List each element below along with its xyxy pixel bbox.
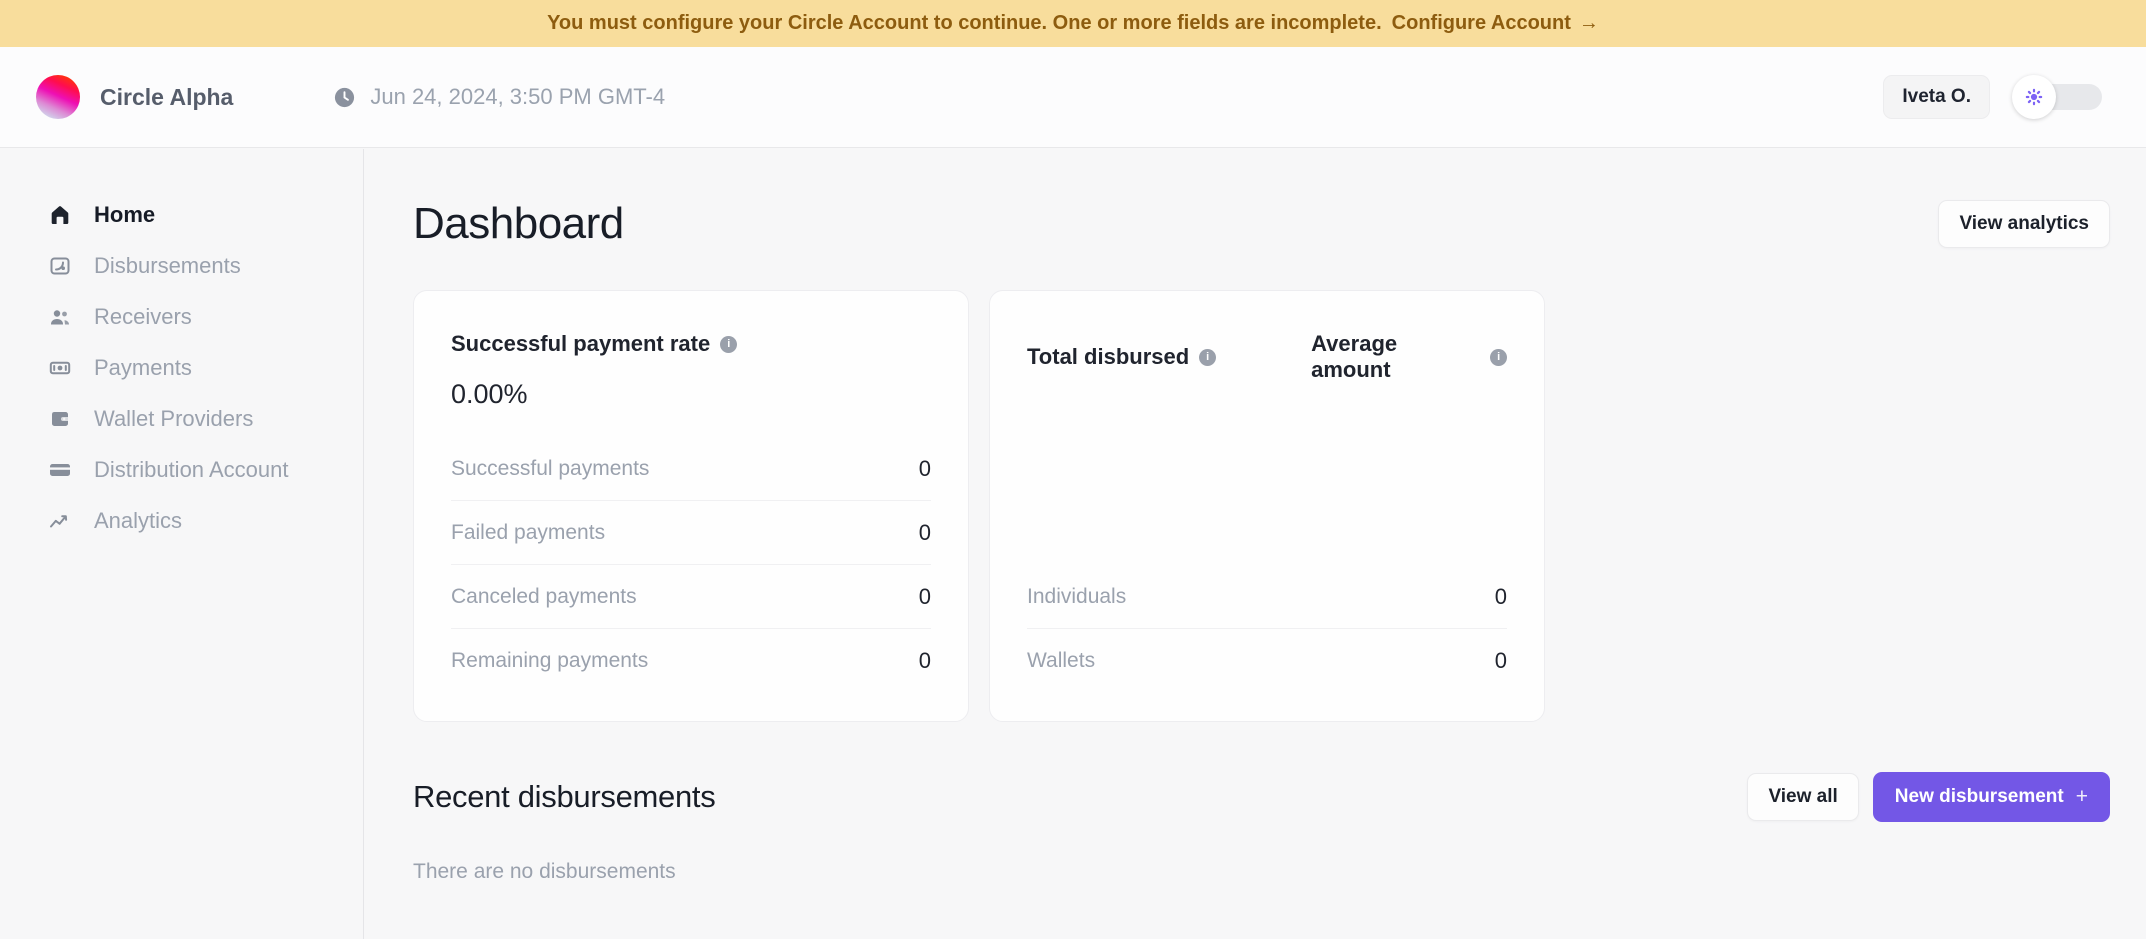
sidebar-item-wallet-providers[interactable]: Wallet Providers (0, 393, 363, 444)
stat-row-remaining-payments: Remaining payments 0 (451, 629, 931, 693)
stat-value: 0 (919, 648, 931, 674)
header-right: Iveta O. (1883, 75, 2110, 119)
config-warning-banner: You must configure your Circle Account t… (0, 0, 2146, 47)
sidebar-item-label: Distribution Account (94, 457, 288, 483)
stat-value: 0 (919, 520, 931, 546)
current-datetime: Jun 24, 2024, 3:50 PM GMT-4 (333, 84, 665, 110)
new-disbursement-button[interactable]: New disbursement + (1873, 772, 2110, 822)
payments-icon (48, 356, 72, 380)
stat-row-individuals: Individuals 0 (1027, 565, 1507, 629)
disbursed-card: Total disbursed i Average amount i Indiv… (989, 290, 1545, 722)
sidebar-item-payments[interactable]: Payments (0, 342, 363, 393)
stat-label: Canceled payments (451, 585, 637, 609)
sidebar-item-label: Receivers (94, 304, 192, 330)
plus-icon: + (2076, 785, 2088, 809)
sidebar-item-disbursements[interactable]: Disbursements (0, 240, 363, 291)
page-title: Dashboard (413, 199, 624, 249)
top-header: Circle Alpha Jun 24, 2024, 3:50 PM GMT-4… (0, 47, 2146, 148)
disbursements-icon (48, 254, 72, 278)
datetime-text: Jun 24, 2024, 3:50 PM GMT-4 (370, 84, 665, 110)
sun-icon (2012, 75, 2056, 119)
new-disbursement-label: New disbursement (1895, 786, 2064, 808)
average-amount-title: Average amount (1311, 331, 1480, 383)
arrow-right-icon: → (1579, 12, 1599, 35)
sidebar-item-label: Payments (94, 355, 192, 381)
view-analytics-button[interactable]: View analytics (1938, 200, 2110, 248)
analytics-icon (48, 509, 72, 533)
theme-toggle[interactable] (2012, 75, 2110, 119)
sidebar-item-analytics[interactable]: Analytics (0, 495, 363, 546)
sidebar-item-label: Wallet Providers (94, 406, 253, 432)
circle-logo-icon (36, 75, 80, 119)
sidebar-item-label: Analytics (94, 508, 182, 534)
stat-label: Failed payments (451, 521, 605, 545)
info-icon[interactable]: i (1490, 349, 1507, 366)
banner-message: You must configure your Circle Account t… (547, 12, 1382, 35)
sidebar-item-distribution-account[interactable]: Distribution Account (0, 444, 363, 495)
total-disbursed-title: Total disbursed (1027, 344, 1189, 370)
stat-label: Successful payments (451, 457, 649, 481)
card-icon (48, 458, 72, 482)
brand[interactable]: Circle Alpha (36, 75, 233, 119)
sidebar-nav: Home Disbursements Receivers Payments Wa… (0, 149, 364, 939)
configure-account-link[interactable]: Configure Account → (1392, 12, 1599, 35)
stat-row-wallets: Wallets 0 (1027, 629, 1507, 693)
user-menu-button[interactable]: Iveta O. (1883, 75, 1990, 119)
stat-label: Wallets (1027, 649, 1095, 673)
empty-disbursements-message: There are no disbursements (413, 860, 2110, 884)
configure-account-label: Configure Account (1392, 12, 1571, 35)
stat-value: 0 (919, 584, 931, 610)
sidebar-item-home[interactable]: Home (0, 189, 363, 240)
recent-disbursements-title: Recent disbursements (413, 779, 715, 815)
receivers-icon (48, 305, 72, 329)
home-icon (48, 203, 72, 227)
stat-value: 0 (1495, 584, 1507, 610)
sidebar-item-label: Home (94, 202, 155, 228)
clock-icon (333, 86, 356, 109)
app-root: You must configure your Circle Account t… (0, 0, 2146, 939)
sidebar-item-receivers[interactable]: Receivers (0, 291, 363, 342)
stat-row-failed-payments: Failed payments 0 (451, 501, 931, 565)
stat-label: Individuals (1027, 585, 1126, 609)
view-all-button[interactable]: View all (1747, 773, 1858, 821)
info-icon[interactable]: i (1199, 349, 1216, 366)
stat-row-canceled-payments: Canceled payments 0 (451, 565, 931, 629)
stat-value: 0 (1495, 648, 1507, 674)
sidebar-item-label: Disbursements (94, 253, 241, 279)
payment-rate-card: Successful payment rate i 0.00% Successf… (413, 290, 969, 722)
stat-row-successful-payments: Successful payments 0 (451, 437, 931, 501)
stat-label: Remaining payments (451, 649, 648, 673)
main-content: Dashboard View analytics Successful paym… (365, 149, 2146, 939)
payment-rate-card-title: Successful payment rate (451, 331, 710, 357)
payment-rate-value: 0.00% (451, 379, 931, 410)
stat-value: 0 (919, 456, 931, 482)
wallet-icon (48, 407, 72, 431)
brand-name: Circle Alpha (100, 84, 233, 111)
info-icon[interactable]: i (720, 336, 737, 353)
